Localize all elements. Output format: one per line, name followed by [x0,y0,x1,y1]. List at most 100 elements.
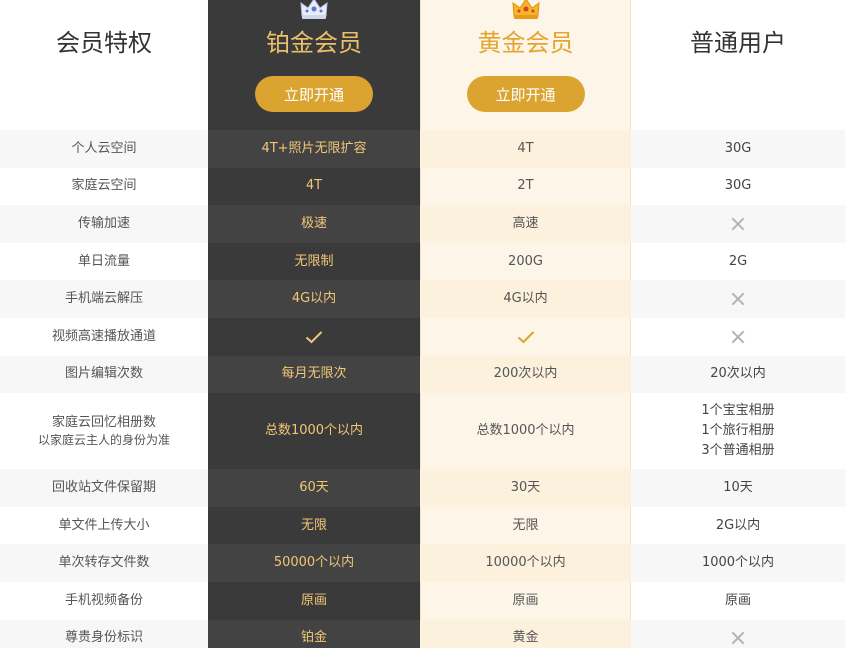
platinum-value: 每月无限次 [281,366,347,382]
table-row: 视频高速播放通道 [0,318,845,356]
normal-value: 2G [728,253,748,269]
gold-cell: 200次以内 [420,355,631,394]
platinum-value: 50000个以内 [273,555,355,571]
normal-cell: 2G [631,243,845,281]
normal-cell [631,318,845,356]
feature-label: 手机视频备份 [64,592,143,608]
table-row: 手机端云解压 4G以内 4G以内 [0,280,845,318]
platinum-cell: 60天 [208,469,420,507]
normal-cell: 原画 [631,582,845,620]
feature-label: 单日流量 [77,253,130,269]
feature-label: 视频高速播放通道 [51,328,156,344]
platinum-value: 原画 [300,592,327,608]
gold-cell: 原画 [420,582,631,620]
feature-label: 回收站文件保留期 [51,479,156,495]
gold-open-button[interactable]: 立即开通 [466,76,585,112]
table-row: 单次转存文件数 50000个以内 10000个以内 1000个以内 [0,544,845,582]
feature-label: 手机端云解压 [64,291,143,307]
gold-cell: 无限 [420,507,631,545]
normal-value-line: 1个宝宝相册 [701,403,775,419]
platinum-cell: 50000个以内 [208,544,420,582]
feature-cell: 视频高速播放通道 [0,318,208,356]
table-row: 单文件上传大小 无限 无限 2G以内 [0,507,845,545]
gold-value: 30天 [510,479,541,495]
normal-value: 10天 [723,479,753,495]
gold-header-title: 黄金会员 [477,29,574,57]
feature-header-title: 会员特权 [56,29,152,57]
gold-cell: 30天 [420,469,631,507]
platinum-header-title: 铂金会员 [266,29,362,57]
gold-value: 4T [517,140,534,156]
feature-cell: 回收站文件保留期 [0,469,208,507]
membership-comparison-table: 会员特权 铂金会员 立即开通 黄金会员 立即开通 普通用户 个人云空间 4T+照… [0,0,845,648]
gold-value: 无限 [512,517,539,533]
feature-cell: 个人云空间 [0,130,208,168]
feature-label: 单次转存文件数 [58,555,150,571]
platinum-cell: 每月无限次 [208,355,420,394]
platinum-cell: 4T+照片无限扩容 [208,130,420,168]
gold-header: 黄金会员 立即开通 [420,0,631,130]
gold-cell: 4G以内 [420,280,631,318]
feature-cell: 家庭云空间 [0,168,208,206]
feature-label: 尊贵身份标识 [64,630,143,646]
platinum-header: 铂金会员 立即开通 [208,0,420,130]
feature-cell: 手机视频备份 [0,582,208,620]
table-body: 个人云空间 4T+照片无限扩容 4T 30G 家庭云空间 4T 2T 30G 传输加速 极速 高速单… [0,130,845,648]
normal-cell: 1个宝宝相册 1个旅行相册 3个普通相册 [631,393,845,469]
normal-cell: 2G以内 [631,507,845,545]
gold-cell: 200G [420,243,631,281]
gold-value: 高速 [512,215,539,231]
table-row: 家庭云回忆相册数 以家庭云主人的身份为准 总数1000个以内 总数1000个以内 1个宝… [0,393,845,469]
platinum-cell: 4T [208,168,420,206]
gold-crown-icon [511,0,540,19]
normal-cell: 20次以内 [631,355,845,394]
table-row: 图片编辑次数 每月无限次 200次以内 20次以内 [0,355,845,394]
cross-icon [730,291,746,307]
gold-value: 原画 [512,592,539,608]
platinum-crown-icon [300,0,328,19]
platinum-value: 铂金 [300,630,327,646]
platinum-value: 无限制 [294,253,334,269]
feature-cell: 手机端云解压 [0,280,208,318]
gold-cell: 2T [420,168,631,206]
feature-cell: 尊贵身份标识 [0,619,208,648]
normal-value: 2G以内 [715,517,761,533]
gold-value: 200G [508,253,543,269]
normal-cell [631,205,845,243]
normal-value: 20次以内 [710,366,766,382]
table-row: 尊贵身份标识 铂金 黄金 [0,619,845,648]
normal-cell: 30G [631,168,845,206]
gold-cell: 黄金 [420,619,631,648]
normal-header: 普通用户 [631,0,845,130]
cross-icon [730,630,746,646]
feature-cell: 图片编辑次数 [0,355,208,394]
feature-cell: 单文件上传大小 [0,507,208,545]
normal-value: 30G [724,178,752,194]
platinum-cell: 无限 [208,507,420,545]
feature-cell: 家庭云回忆相册数 以家庭云主人的身份为准 [0,393,208,469]
normal-cell [631,619,845,648]
cross-icon [730,216,746,232]
table-row: 回收站文件保留期 60天 30天 10天 [0,469,845,507]
table-row: 手机视频备份 原画 原画 原画 [0,582,845,620]
check-icon [305,331,323,344]
feature-cell: 单日流量 [0,243,208,281]
normal-cell: 30G [631,130,845,168]
feature-label: 个人云空间 [71,140,137,156]
gold-cell: 高速 [420,205,631,243]
gold-value: 10000个以内 [485,555,566,571]
normal-value-line: 1个旅行相册 [701,423,775,439]
platinum-value: 极速 [300,215,327,231]
platinum-open-button[interactable]: 立即开通 [255,76,373,112]
gold-value: 4G以内 [503,291,548,307]
platinum-value: 4T+照片无限扩容 [261,140,367,156]
gold-value: 200次以内 [493,366,558,382]
gold-cell: 4T [420,130,631,168]
normal-cell [631,280,845,318]
normal-value: 30G [724,140,752,156]
normal-value: 原画 [724,592,751,608]
platinum-value: 4G以内 [291,291,337,307]
normal-cell: 1000个以内 [631,544,845,582]
gold-value: 黄金 [512,630,539,646]
platinum-cell [208,318,420,356]
